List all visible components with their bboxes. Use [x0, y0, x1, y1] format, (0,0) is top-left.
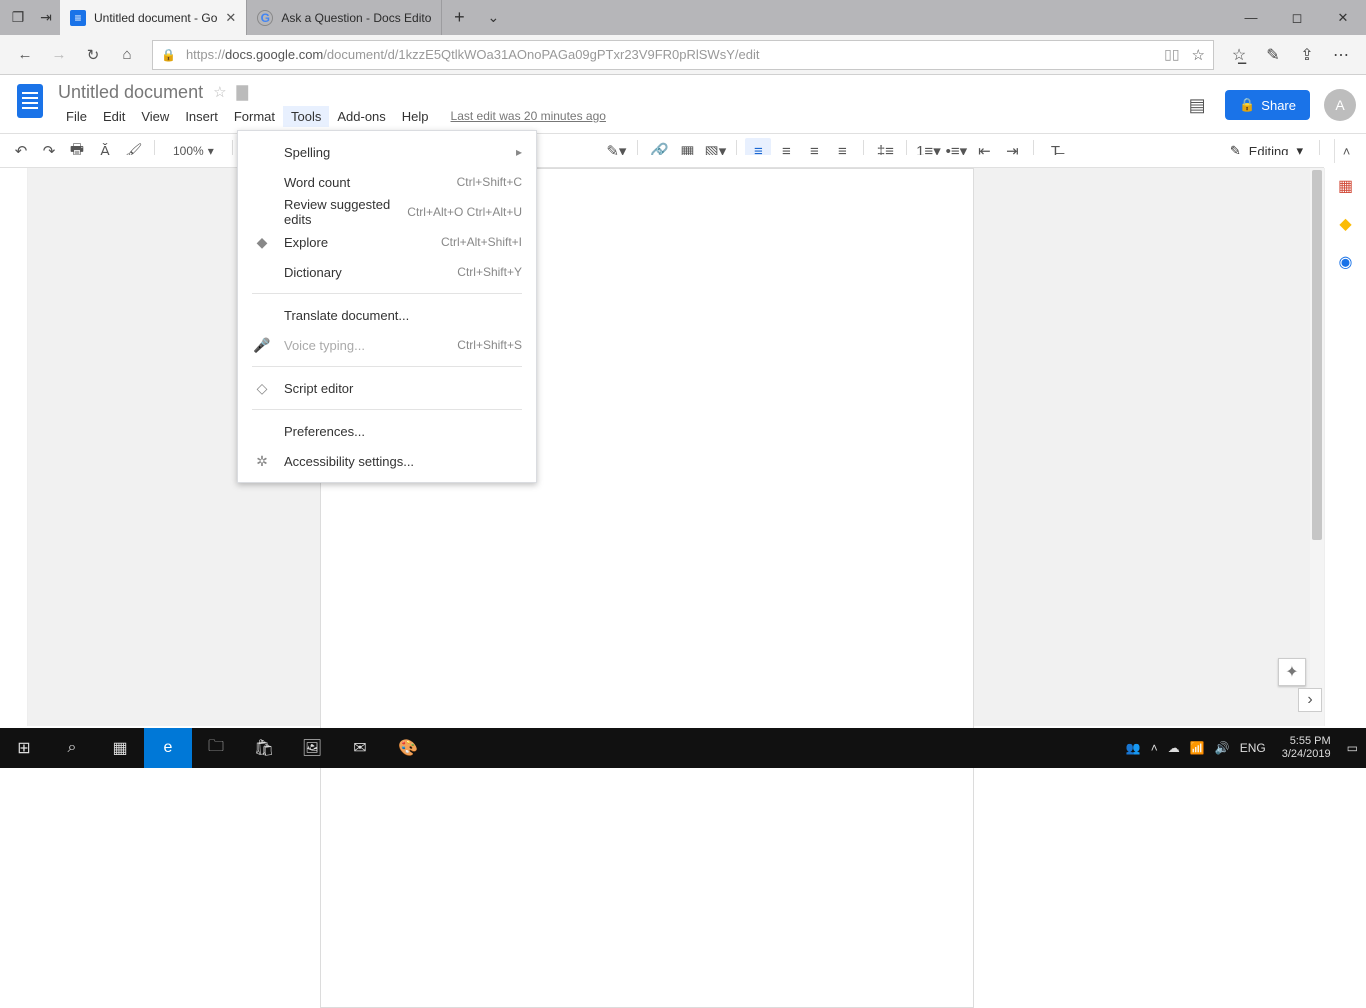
submenu-arrow-icon: ▸	[516, 145, 522, 159]
taskbar-photos[interactable]: 🖼	[288, 728, 336, 768]
scrollbar-thumb[interactable]	[1312, 170, 1322, 540]
tray-chevron-icon[interactable]: ˄	[1151, 741, 1158, 755]
vertical-scrollbar[interactable]	[1310, 168, 1324, 726]
task-view-button[interactable]: ▦	[96, 728, 144, 768]
menu-file[interactable]: File	[58, 106, 95, 127]
people-icon[interactable]: 👥	[1126, 741, 1141, 755]
reading-view-icon[interactable]: ▯▯	[1164, 46, 1179, 63]
volume-icon[interactable]: 🔊	[1215, 741, 1230, 755]
side-panel: ▦ ◆ ◉	[1324, 168, 1366, 726]
docs-header: Untitled document ☆ ▇ File Edit View Ins…	[0, 75, 1366, 133]
window-close-button[interactable]: ✕	[1320, 0, 1366, 35]
window-minimize-button[interactable]: —	[1228, 0, 1274, 35]
mic-icon: 🎤	[252, 337, 272, 354]
google-favicon-icon: G	[257, 10, 273, 26]
share-button[interactable]: 🔒 Share	[1225, 90, 1310, 120]
document-title[interactable]: Untitled document	[58, 82, 203, 103]
menu-bar: File Edit View Insert Format Tools Add-o…	[58, 105, 1175, 127]
tools-explore[interactable]: ◆ExploreCtrl+Alt+Shift+I	[238, 227, 536, 257]
lock-icon: 🔒	[1239, 97, 1255, 113]
windows-taskbar: ⊞ ⌕ ▦ e 🗀 🛍 🖼 ✉ 🎨 👥 ˄ ☁ 📶 🔊 ENG 5:55 PM …	[0, 728, 1366, 768]
nav-forward-button[interactable]: →	[42, 39, 76, 71]
lock-icon: 🔒	[161, 48, 176, 62]
favorite-star-icon[interactable]: ☆	[1192, 46, 1205, 64]
menu-view[interactable]: View	[133, 106, 177, 127]
keep-addon-icon[interactable]: ◆	[1336, 214, 1356, 234]
taskbar-store[interactable]: 🛍	[240, 728, 288, 768]
menu-edit[interactable]: Edit	[95, 106, 133, 127]
tools-review-suggested[interactable]: Review suggested editsCtrl+Alt+O Ctrl+Al…	[238, 197, 536, 227]
address-bar[interactable]: 🔒 https://docs.google.com/document/d/1kz…	[152, 40, 1214, 70]
tab-close-icon[interactable]: ✕	[225, 10, 236, 26]
url-text: https://docs.google.com/document/d/1kzzE…	[186, 47, 760, 62]
last-edit-link[interactable]: Last edit was 20 minutes ago	[451, 109, 606, 123]
tools-dropdown: Spelling▸ Word countCtrl+Shift+C Review …	[237, 130, 537, 483]
more-menu-icon[interactable]: ⋯	[1324, 39, 1358, 71]
taskbar-app[interactable]: 🎨	[384, 728, 432, 768]
tab-title: Ask a Question - Docs Edito	[281, 11, 431, 25]
tab-title: Untitled document - Go	[94, 11, 217, 25]
horizontal-ruler[interactable]	[0, 155, 1324, 168]
accessibility-icon: ✲	[252, 453, 272, 470]
browser-tab-0[interactable]: ≡ Untitled document - Go ✕	[60, 0, 247, 35]
tools-word-count[interactable]: Word countCtrl+Shift+C	[238, 167, 536, 197]
tools-spelling[interactable]: Spelling▸	[238, 137, 536, 167]
action-center-icon[interactable]: ▭	[1347, 741, 1358, 755]
tools-translate[interactable]: Translate document...	[238, 300, 536, 330]
browser-tabstrip: ❐ ⇥ ≡ Untitled document - Go ✕ G Ask a Q…	[0, 0, 1366, 35]
taskbar-clock[interactable]: 5:55 PM 3/24/2019	[1276, 735, 1337, 761]
onedrive-icon[interactable]: ☁	[1168, 741, 1180, 755]
wifi-icon[interactable]: 📶	[1190, 741, 1205, 755]
tools-accessibility[interactable]: ✲Accessibility settings...	[238, 446, 536, 476]
new-tab-button[interactable]: +	[442, 0, 476, 35]
hide-menus-button[interactable]: ˄	[1334, 139, 1358, 163]
taskbar-mail[interactable]: ✉	[336, 728, 384, 768]
share-page-icon[interactable]: ⇪	[1290, 39, 1324, 71]
tools-voice-typing: 🎤Voice typing...Ctrl+Shift+S	[238, 330, 536, 360]
vertical-ruler[interactable]	[0, 168, 28, 726]
browser-toolbar: ← → ↻ ⌂ 🔒 https://docs.google.com/docume…	[0, 35, 1366, 75]
menu-insert[interactable]: Insert	[177, 106, 226, 127]
menu-help[interactable]: Help	[394, 106, 437, 127]
nav-back-button[interactable]: ←	[8, 39, 42, 71]
docs-favicon-icon: ≡	[70, 10, 86, 26]
favorites-list-icon[interactable]: ☆̲	[1222, 39, 1256, 71]
docs-logo-icon[interactable]	[10, 81, 50, 121]
tab-preview-icon[interactable]: ❐	[4, 0, 32, 35]
star-document-icon[interactable]: ☆	[213, 83, 226, 101]
tab-aside-icon[interactable]: ⇥	[32, 0, 60, 35]
taskbar-edge[interactable]: e	[144, 728, 192, 768]
share-label: Share	[1261, 98, 1296, 113]
tools-script-editor[interactable]: ◇Script editor	[238, 373, 536, 403]
start-button[interactable]: ⊞	[0, 728, 48, 768]
explore-fab[interactable]: ✦	[1278, 658, 1306, 686]
tasks-addon-icon[interactable]: ◉	[1336, 252, 1356, 272]
move-folder-icon[interactable]: ▇	[237, 83, 249, 101]
account-avatar[interactable]: A	[1324, 89, 1356, 121]
tools-preferences[interactable]: Preferences...	[238, 416, 536, 446]
explore-icon: ◆	[252, 234, 272, 251]
calendar-addon-icon[interactable]: ▦	[1336, 176, 1356, 196]
nav-refresh-button[interactable]: ↻	[76, 39, 110, 71]
menu-tools[interactable]: Tools	[283, 106, 329, 127]
comments-button[interactable]: ▤	[1183, 91, 1211, 119]
side-panel-toggle[interactable]: ›	[1298, 688, 1322, 712]
script-icon: ◇	[252, 380, 272, 397]
browser-tab-1[interactable]: G Ask a Question - Docs Edito	[247, 0, 442, 35]
taskbar-explorer[interactable]: 🗀	[192, 728, 240, 768]
window-maximize-button[interactable]: ◻	[1274, 0, 1320, 35]
tools-dictionary[interactable]: DictionaryCtrl+Shift+Y	[238, 257, 536, 287]
menu-format[interactable]: Format	[226, 106, 283, 127]
document-area: ✦ ›	[0, 168, 1324, 726]
language-indicator[interactable]: ENG	[1240, 741, 1266, 755]
notes-icon[interactable]: ✎	[1256, 39, 1290, 71]
tabs-chevron-icon[interactable]: ⌄	[476, 0, 510, 35]
nav-home-button[interactable]: ⌂	[110, 39, 144, 71]
menu-addons[interactable]: Add-ons	[329, 106, 393, 127]
search-button[interactable]: ⌕	[48, 728, 96, 768]
